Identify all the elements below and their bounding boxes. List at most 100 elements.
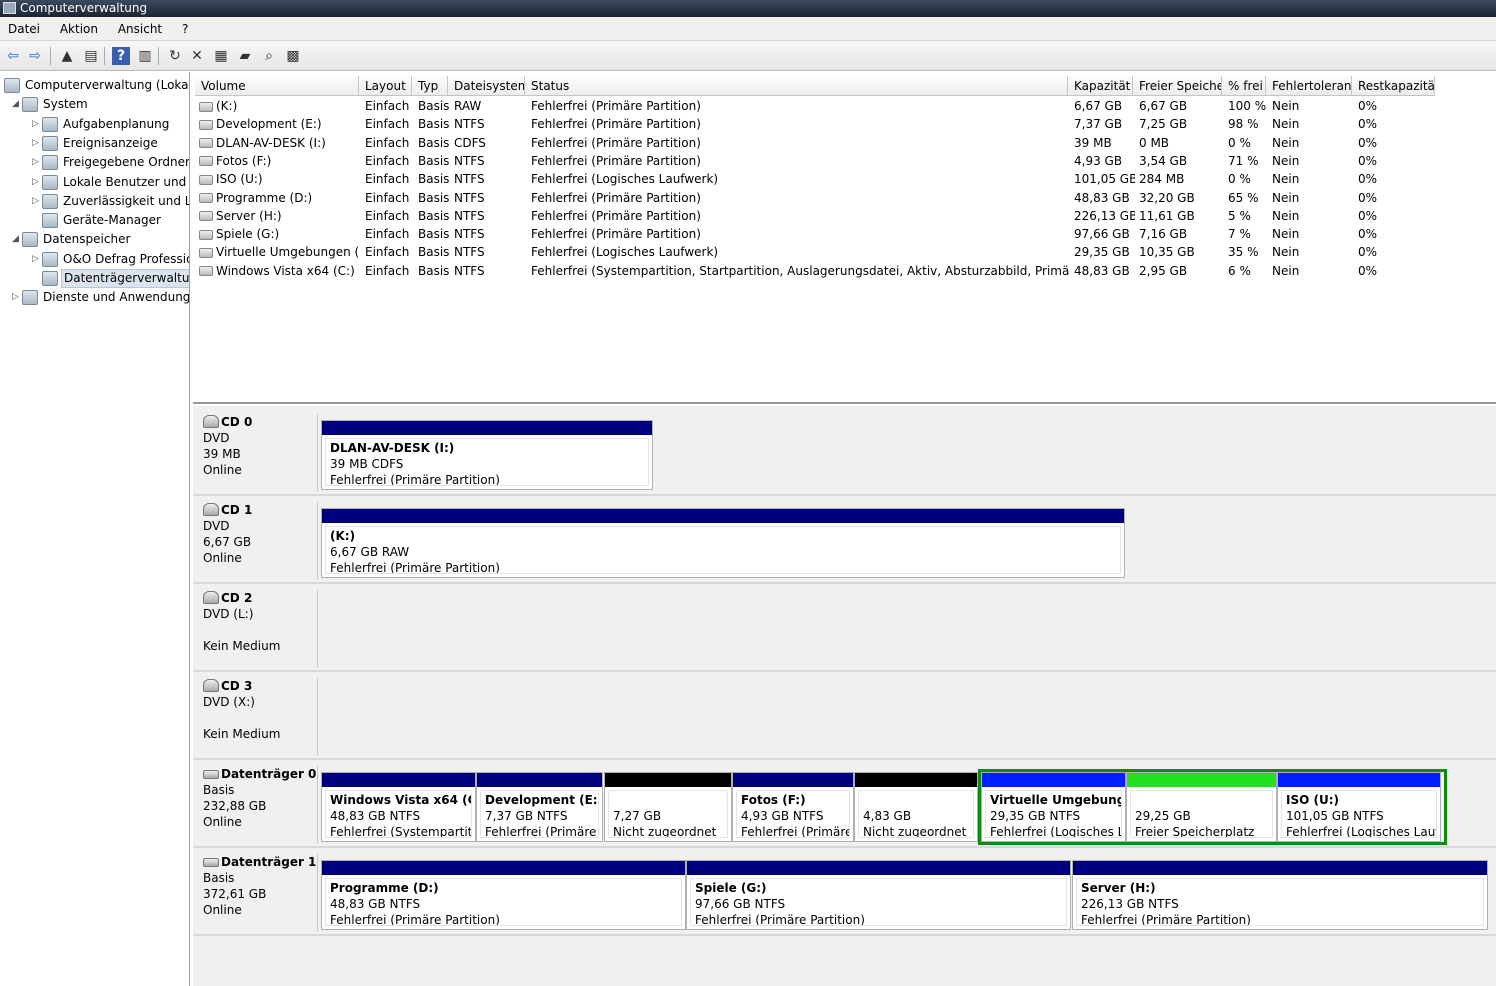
tree-item[interactable]: ▷ Freigegebene Ordner [0,153,189,172]
volume-cell[interactable]: 0% [1358,225,1437,243]
partition[interactable]: 7,27 GB Nicht zugeordnet [604,772,732,842]
partition[interactable]: Server (H:) 226,13 GB NTFS Fehlerfrei (Pri… [1072,860,1488,930]
volume-cell[interactable]: 2,95 GB [1139,262,1224,280]
column-header[interactable]: Kapazität [1068,76,1133,96]
volume-cell[interactable]: Basis [418,115,450,133]
volume-cell[interactable]: NTFS [454,262,527,280]
volume-cell[interactable]: Einfach [365,243,414,261]
volume-cell[interactable]: 0% [1358,262,1437,280]
volume-cell[interactable]: 10,35 GB [1139,243,1224,261]
volume-cell[interactable]: 48,83 GB [1074,262,1135,280]
volume-cell[interactable]: 98 % [1228,115,1268,133]
volume-cell[interactable]: 4,93 GB [1074,152,1135,170]
up-folder-icon[interactable]: ▲ [58,47,76,65]
search-icon[interactable]: ⌕ [260,47,278,65]
tree-item[interactable]: ◢ Datenspeicher [0,230,189,249]
volume-cell[interactable]: Basis [418,262,450,280]
column-header[interactable]: Volume [195,76,359,96]
volume-cell[interactable]: Nein [1272,189,1354,207]
volume-cell[interactable]: 6,67 GB [1139,97,1224,115]
expand-icon[interactable]: ▷ [32,192,42,211]
forward-arrow-icon[interactable]: ⇨ [26,47,44,65]
volume-cell[interactable]: Einfach [365,115,414,133]
volume-cell[interactable]: Nein [1272,115,1354,133]
volume-cell[interactable]: 7,16 GB [1139,225,1224,243]
volume-cell[interactable]: ISO (U:) [199,170,359,188]
volume-cell[interactable]: 0 % [1228,134,1268,152]
column-header[interactable]: % frei [1222,76,1266,96]
volume-cell[interactable]: Nein [1272,134,1354,152]
volume-cell[interactable]: Fehlerfrei (Primäre Partition) [531,207,1070,225]
volume-cell[interactable]: 0% [1358,170,1437,188]
column-header[interactable]: Typ [412,76,448,96]
partition[interactable]: Programme (D:) 48,83 GB NTFS Fehlerfrei (P… [321,860,686,930]
properties-icon[interactable]: ▦ [212,47,230,65]
volume-cell[interactable]: Server (H:) [199,207,359,225]
volume-cell[interactable]: Fotos (F:) [199,152,359,170]
delete-icon[interactable]: ✕ [188,47,206,65]
disk-label[interactable]: CD 0 DVD 39 MB Online [195,414,318,492]
volume-cell[interactable]: Basis [418,170,450,188]
expand-icon[interactable]: ▷ [32,173,42,192]
volume-cell[interactable]: 71 % [1228,152,1268,170]
volume-cell[interactable]: 7,25 GB [1139,115,1224,133]
partition[interactable]: DLAN-AV-DESK (I:) 39 MB CDFS Fehlerfrei (P… [321,420,653,490]
tree-item[interactable]: ▷ O&O Defrag Profession [0,250,189,269]
column-header[interactable]: Layout [359,76,412,96]
volume-cell[interactable]: NTFS [454,170,527,188]
tree-item[interactable]: Computerverwaltung (Lokal) [0,76,189,95]
expand-icon[interactable]: ▷ [32,134,42,153]
volume-cell[interactable]: 35 % [1228,243,1268,261]
volume-cell[interactable]: 97,66 GB [1074,225,1135,243]
disk-label[interactable]: Datenträger 0 Basis 232,88 GB Online [195,766,318,844]
volume-cell[interactable]: 284 MB [1139,170,1224,188]
volume-cell[interactable]: Basis [418,225,450,243]
action-pane-icon[interactable]: ▥ [136,47,154,65]
volume-cell[interactable]: Nein [1272,262,1354,280]
volume-cell[interactable]: 101,05 GB [1074,170,1135,188]
volume-cell[interactable]: NTFS [454,243,527,261]
expand-icon[interactable]: ▷ [32,153,42,172]
partition[interactable]: (K:) 6,67 GB RAW Fehlerfrei (Primäre Parti… [321,508,1125,578]
volume-cell[interactable]: 6,67 GB [1074,97,1135,115]
volume-cell[interactable]: Fehlerfrei (Primäre Partition) [531,189,1070,207]
tree-item[interactable]: ▷ Aufgabenplanung [0,115,189,134]
volume-cell[interactable]: Einfach [365,170,414,188]
partition[interactable]: Fotos (F:) 4,93 GB NTFS Fehlerfrei (Primär… [732,772,854,842]
volume-cell[interactable]: 0% [1358,134,1437,152]
menu-ansicht[interactable]: Ansicht [110,17,170,41]
volume-cell[interactable]: Basis [418,152,450,170]
volume-cell[interactable]: 5 % [1228,207,1268,225]
disk-label[interactable]: Datenträger 1 Basis 372,61 GB Online [195,854,318,932]
volume-cell[interactable]: Virtuelle Umgebungen (V:) [199,243,359,261]
tree-item[interactable]: ▷ Ereignisanzeige [0,134,189,153]
volume-cell[interactable]: 0% [1358,189,1437,207]
volume-cell[interactable]: 3,54 GB [1139,152,1224,170]
volume-cell[interactable]: Nein [1272,207,1354,225]
volume-cell[interactable]: Basis [418,243,450,261]
volume-cell[interactable]: 0% [1358,115,1437,133]
volume-cell[interactable]: Programme (D:) [199,189,359,207]
volume-cell[interactable]: Einfach [365,97,414,115]
volume-cell[interactable]: NTFS [454,207,527,225]
tree-item[interactable]: Datenträgerverwaltung [0,269,189,288]
volume-cell[interactable]: 0 MB [1139,134,1224,152]
volume-cell[interactable]: Fehlerfrei (Primäre Partition) [531,115,1070,133]
volume-cell[interactable]: 0% [1358,207,1437,225]
volume-cell[interactable]: NTFS [454,115,527,133]
menu-aktion[interactable]: Aktion [52,17,106,41]
volume-cell[interactable]: Fehlerfrei (Primäre Partition) [531,152,1070,170]
volume-cell[interactable]: 48,83 GB [1074,189,1135,207]
volume-cell[interactable]: (K:) [199,97,359,115]
volume-cell[interactable]: NTFS [454,152,527,170]
volume-cell[interactable]: Einfach [365,225,414,243]
expand-icon[interactable]: ◢ [12,95,22,114]
volume-cell[interactable]: 0 % [1228,170,1268,188]
volume-cell[interactable]: RAW [454,97,527,115]
expand-icon[interactable]: ▷ [32,115,42,134]
settings-icon[interactable]: ▩ [284,47,302,65]
volume-cell[interactable]: Fehlerfrei (Primäre Partition) [531,97,1070,115]
volume-cell[interactable]: Einfach [365,189,414,207]
column-header[interactable]: Dateisystem [448,76,525,96]
menu-datei[interactable]: Datei [0,17,48,41]
